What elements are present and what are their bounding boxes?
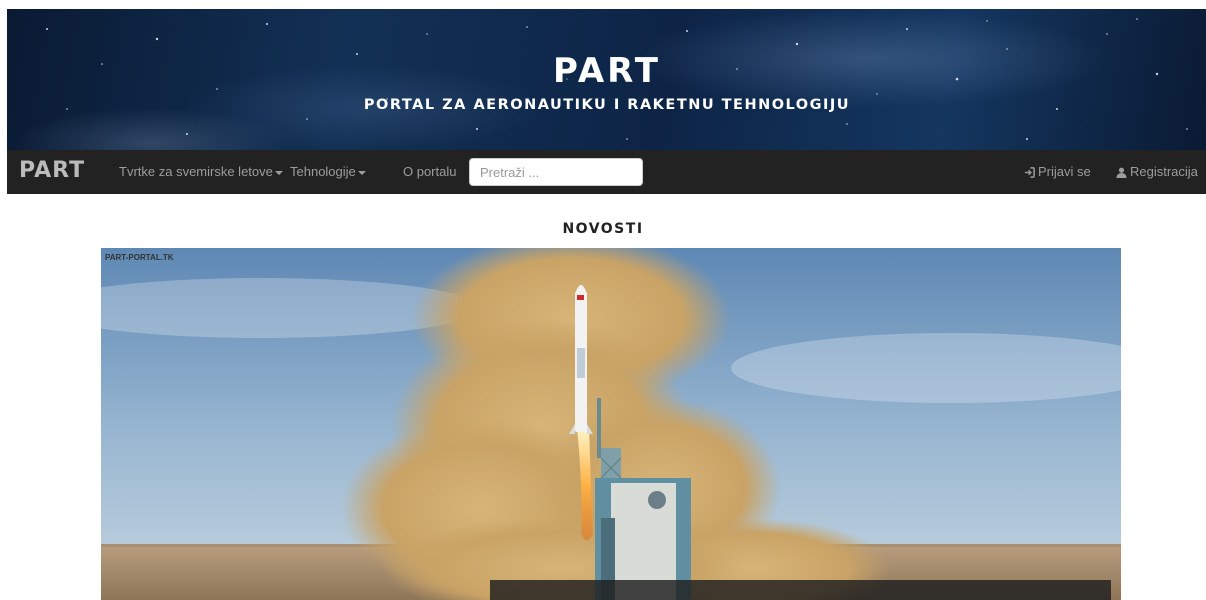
caret-down-icon: [274, 170, 283, 175]
news-hero-image[interactable]: PART-PORTAL.TK: [101, 248, 1121, 600]
news-section-title: NOVOSTI: [562, 221, 644, 237]
image-watermark: PART-PORTAL.TK: [105, 253, 174, 262]
nav-item-about[interactable]: O portalu: [403, 164, 456, 179]
site-subtitle: PORTAL ZA AERONAUTIKU I RAKETNU TEHNOLOG…: [363, 97, 851, 113]
main-navbar: PART Tvrtke za svemirske letove Tehnolog…: [7, 150, 1206, 194]
caret-down-icon: [357, 170, 366, 175]
user-icon: [1116, 167, 1127, 178]
nav-item-label: O portalu: [403, 164, 457, 179]
log-in-icon: [1024, 167, 1035, 178]
rocket-launch-image: [101, 248, 1121, 600]
header-banner: PART PORTAL ZA AERONAUTIKU I RAKETNU TEH…: [7, 9, 1206, 150]
search-input[interactable]: [469, 158, 643, 186]
nav-item-label: Tehnologije: [290, 164, 356, 179]
register-link[interactable]: Registracija: [1116, 164, 1198, 179]
login-label: Prijavi se: [1038, 164, 1091, 179]
site-title: PART: [553, 51, 661, 91]
nav-item-space-companies[interactable]: Tvrtke za svemirske letove: [119, 164, 283, 179]
nav-item-label: Tvrtke za svemirske letove: [119, 164, 273, 179]
login-link[interactable]: Prijavi se: [1024, 164, 1091, 179]
register-label: Registracija: [1130, 164, 1198, 179]
navbar-brand[interactable]: PART: [19, 158, 85, 183]
hero-caption-bar: [490, 580, 1111, 600]
nav-item-technologies[interactable]: Tehnologije: [290, 164, 366, 179]
